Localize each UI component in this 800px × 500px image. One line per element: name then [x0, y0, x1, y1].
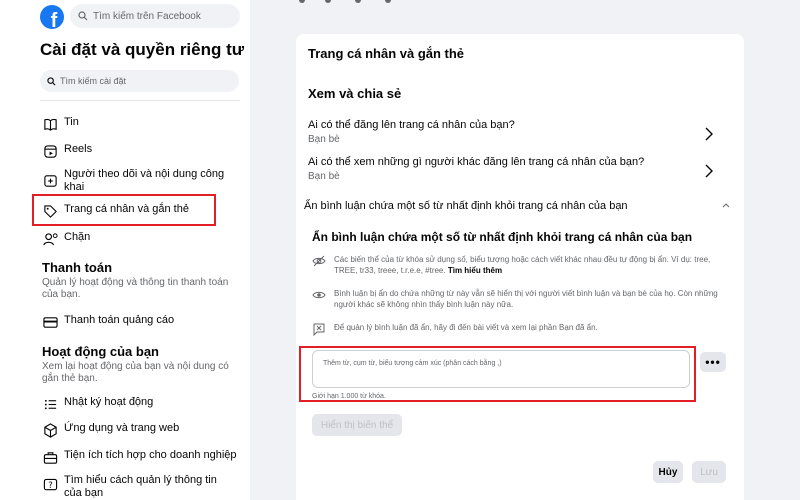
setting-row-who-can-see-posts[interactable]: Ai có thể xem những gì người khác đăng l… — [308, 156, 728, 182]
setting-answer: Bạn bè — [308, 171, 340, 182]
sidebar-item-label: Reels — [64, 143, 93, 155]
profile-tagging-panel: Trang cá nhân và gắn thẻ Xem và chia sẻ … — [296, 34, 744, 500]
sidebar-item-blocking[interactable]: Chặn — [42, 231, 237, 247]
show-variations-button[interactable]: Hiển thị biến thể — [312, 414, 402, 436]
sidebar-item-stories[interactable]: Tin — [42, 116, 237, 132]
info-manage-hidden: Để quản lý bình luận đã ẩn, hãy đi đến b… — [312, 322, 732, 336]
public-post-icon — [42, 172, 58, 188]
sidebar-item-label: Chặn — [64, 231, 91, 243]
setting-question: Ai có thể đăng lên trang cá nhân của bạn… — [308, 119, 515, 131]
search-icon — [78, 11, 88, 21]
sidebar-item-label: Người theo dõi và nội dung công khai — [64, 168, 225, 193]
help-icon: ? — [42, 477, 58, 493]
payments-heading: Thanh toán — [42, 260, 113, 275]
learn-more-link[interactable]: Tìm hiểu thêm — [448, 266, 502, 275]
info-variations: Các biến thể của từ khóa sử dụng số, biể… — [312, 254, 732, 276]
briefcase-icon — [42, 449, 58, 465]
sidebar-item-label: Tin — [64, 116, 79, 128]
highlight-frame — [299, 346, 696, 402]
svg-text:?: ? — [48, 479, 52, 489]
sidebar-item-label: Thanh toán quảng cáo — [64, 314, 175, 326]
sidebar-item-apps-websites[interactable]: Ứng dụng và trang web — [42, 422, 237, 438]
sidebar-item-reels[interactable]: Reels — [42, 143, 237, 159]
cube-icon — [42, 422, 58, 438]
sidebar-item-label: Tiện ích tích hợp cho doanh nghiệp — [64, 449, 237, 461]
settings-search-input[interactable]: Tìm kiếm cài đặt — [40, 70, 239, 92]
chevron-right-icon — [705, 127, 713, 141]
hide-comments-title: Ẩn bình luận chứa một số từ nhất định kh… — [312, 230, 693, 244]
top-toolbar-fragment — [285, 0, 745, 6]
sidebar-item-manage-info[interactable]: ? Tìm hiểu cách quản lý thông tin của bạ… — [42, 474, 237, 500]
settings-sidebar: f Tìm kiếm trên Facebook Cài đặt và quyề… — [0, 0, 250, 500]
sidebar-divider — [40, 100, 240, 101]
hide-comments-section-header[interactable]: Ẩn bình luận chứa một số từ nhất định kh… — [304, 200, 628, 212]
sidebar-item-label: Ứng dụng và trang web — [64, 422, 180, 434]
payments-description: Quản lý hoạt động và thông tin thanh toá… — [42, 277, 229, 300]
info-text: Bình luận bị ẩn do chứa những từ này vẫn… — [334, 289, 718, 309]
search-icon — [47, 76, 56, 85]
sidebar-item-label: Nhật ký hoạt động — [64, 396, 154, 408]
more-options-button[interactable]: ••• — [700, 352, 726, 372]
info-text: Để quản lý bình luận đã ẩn, hãy đi đến b… — [334, 323, 598, 332]
block-user-icon — [42, 231, 58, 247]
card-icon — [42, 314, 58, 330]
sidebar-item-ads-payments[interactable]: Thanh toán quảng cáo — [42, 314, 237, 330]
facebook-search-placeholder: Tìm kiếm trên Facebook — [93, 10, 201, 22]
settings-search-placeholder: Tìm kiếm cài đặt — [60, 76, 127, 86]
facebook-search-input[interactable]: Tìm kiếm trên Facebook — [70, 4, 240, 28]
save-button[interactable]: Lưu — [692, 461, 726, 483]
highlight-frame — [32, 194, 216, 226]
facebook-logo-icon[interactable]: f — [40, 5, 64, 29]
section-title-view-share: Xem và chia sẻ — [308, 86, 402, 101]
reels-icon — [42, 143, 58, 159]
sidebar-item-followers[interactable]: Người theo dõi và nội dung công khai — [42, 168, 237, 194]
info-visibility: Bình luận bị ẩn do chứa những từ này vẫn… — [312, 288, 732, 310]
sidebar-item-label: Tìm hiểu cách quản lý thông tin của bạn — [64, 474, 217, 499]
setting-question: Ai có thể xem những gì người khác đăng l… — [308, 156, 645, 168]
cancel-button[interactable]: Hủy — [653, 461, 683, 483]
chevron-up-icon[interactable] — [722, 202, 730, 208]
activity-description: Xem lại hoạt động của bạn và nội dung có… — [42, 361, 229, 384]
sidebar-title: Cài đặt và quyền riêng tư — [40, 40, 245, 59]
list-icon — [42, 396, 58, 412]
setting-row-who-can-post[interactable]: Ai có thể đăng lên trang cá nhân của bạn… — [308, 119, 728, 145]
sidebar-item-activity-log[interactable]: Nhật ký hoạt động — [42, 396, 237, 412]
activity-heading: Hoạt động của bạn — [42, 344, 159, 359]
eye-icon — [312, 291, 326, 299]
comment-hidden-icon — [313, 323, 325, 336]
info-text: Các biến thể của từ khóa sử dụng số, biể… — [334, 255, 711, 275]
book-icon — [42, 116, 58, 132]
panel-title: Trang cá nhân và gắn thẻ — [308, 46, 465, 61]
eye-slash-icon — [312, 255, 326, 267]
setting-answer: Bạn bè — [308, 134, 340, 145]
chevron-right-icon — [705, 164, 713, 178]
sidebar-item-business-integrations[interactable]: Tiện ích tích hợp cho doanh nghiệp — [42, 449, 237, 465]
